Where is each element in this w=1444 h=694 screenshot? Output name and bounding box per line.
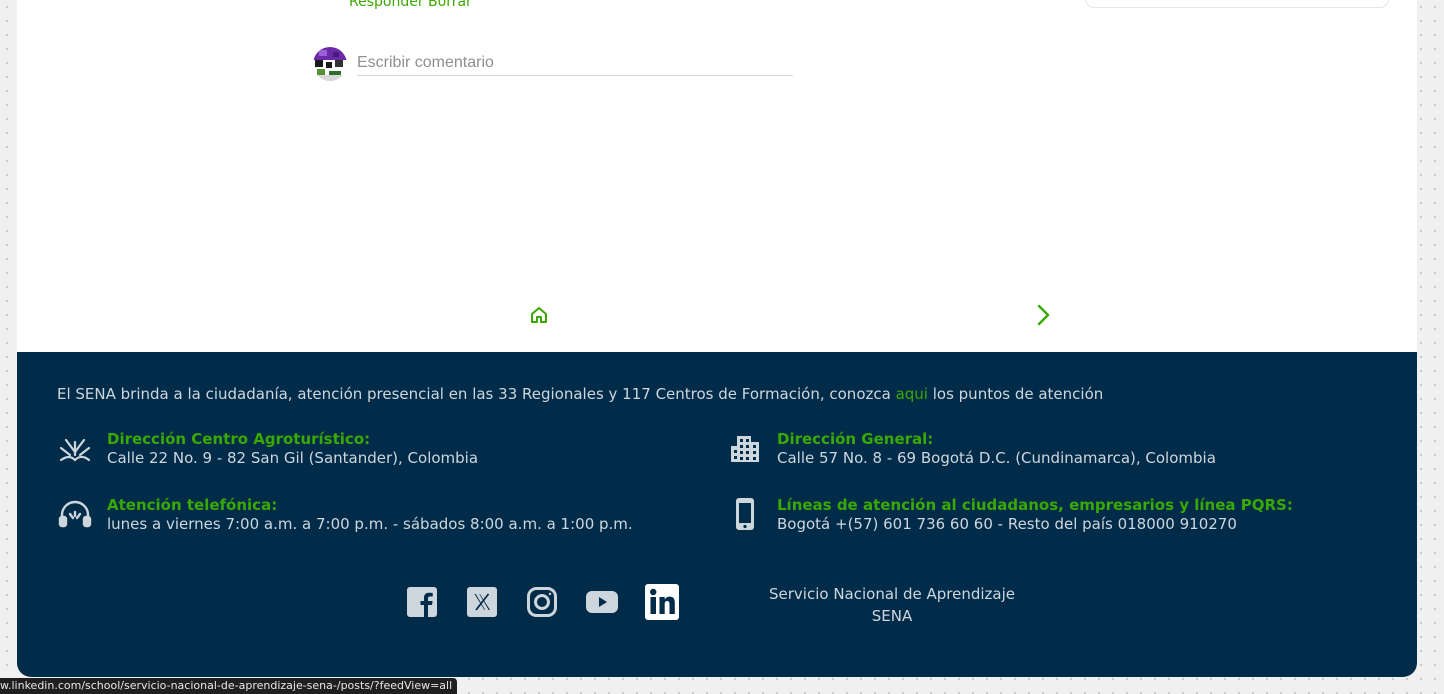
org-short-name: SENA bbox=[871, 607, 913, 625]
site-footer: El SENA brinda a la ciudadanía, atención… bbox=[17, 352, 1417, 677]
avatar bbox=[313, 47, 347, 81]
instagram-icon[interactable] bbox=[526, 586, 558, 618]
org-full-name: Servicio Nacional de Aprendizaje bbox=[769, 585, 1015, 603]
home-icon[interactable] bbox=[529, 305, 549, 325]
general-direction-title: Dirección General: bbox=[777, 430, 934, 448]
agro-plant-icon bbox=[57, 430, 93, 466]
delete-link[interactable]: Borrar bbox=[428, 0, 472, 10]
reply-link[interactable]: Responder bbox=[349, 0, 424, 10]
building-icon bbox=[727, 430, 763, 466]
smartphone-icon bbox=[727, 496, 763, 532]
status-bar-url: w.linkedin.com/school/servicio-nacional-… bbox=[0, 678, 457, 694]
intro-text-end: los puntos de atención bbox=[927, 385, 1104, 403]
facebook-icon[interactable] bbox=[406, 586, 438, 618]
page-container: Responder Borrar El SENA brinda a la ciu bbox=[17, 0, 1417, 677]
headset-icon bbox=[57, 496, 93, 532]
support-lines-title: Líneas de atención al ciudadanos, empres… bbox=[777, 496, 1293, 514]
chevron-right-icon[interactable] bbox=[1033, 303, 1053, 327]
phone-attention-title: Atención telefónica: bbox=[107, 496, 278, 514]
intro-text-start: El SENA brinda a la ciudadanía, atención… bbox=[57, 385, 896, 403]
youtube-icon[interactable] bbox=[586, 586, 618, 618]
agro-center-title: Dirección Centro Agroturístico: bbox=[107, 430, 371, 448]
general-direction-text: Calle 57 No. 8 - 69 Bogotá D.C. (Cundina… bbox=[777, 449, 1216, 467]
sidebar-widget-edge bbox=[1085, 0, 1389, 8]
footer-intro: El SENA brinda a la ciudadanía, atención… bbox=[57, 385, 1103, 403]
comment-actions: Responder Borrar bbox=[349, 0, 472, 10]
linkedin-icon[interactable] bbox=[645, 584, 679, 620]
phone-attention-text: lunes a viernes 7:00 a.m. a 7:00 p.m. - … bbox=[107, 515, 633, 533]
attention-points-link[interactable]: aqui bbox=[896, 385, 928, 403]
comment-input[interactable] bbox=[357, 51, 793, 76]
agro-center-text: Calle 22 No. 9 - 82 San Gil (Santander),… bbox=[107, 449, 479, 467]
support-lines-text: Bogotá +(57) 601 736 60 60 - Resto del p… bbox=[777, 515, 1237, 533]
x-twitter-icon[interactable] bbox=[466, 586, 498, 618]
organization-name: Servicio Nacional de Aprendizaje SENA bbox=[762, 583, 1022, 627]
